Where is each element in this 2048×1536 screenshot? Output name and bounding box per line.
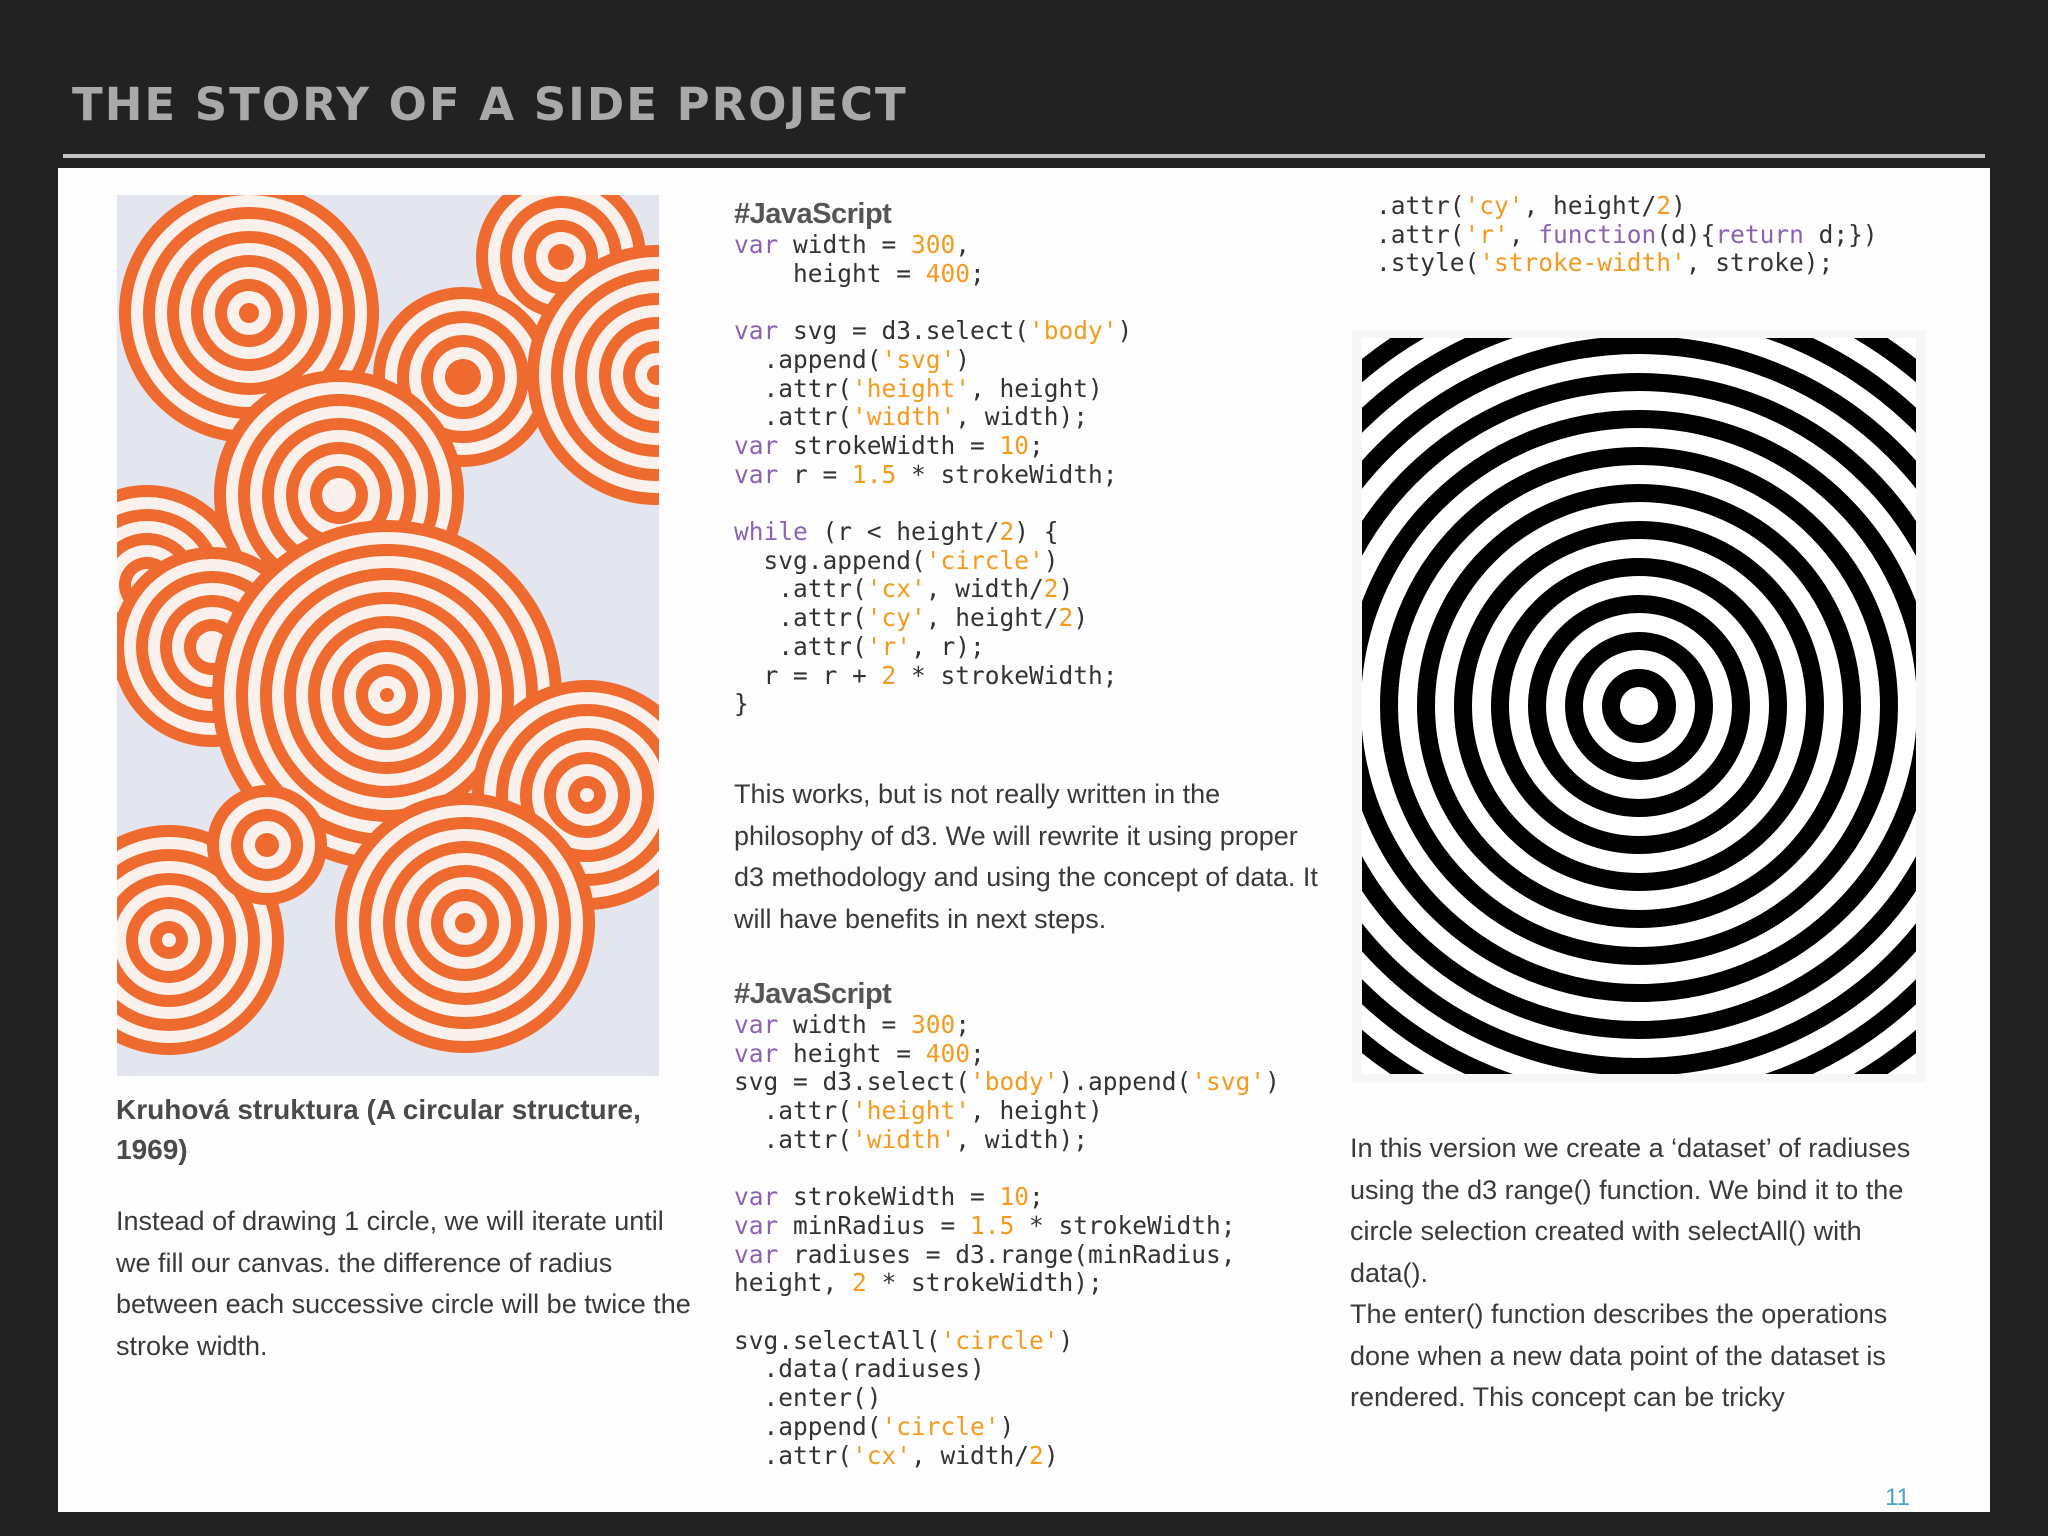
slide-page: Kruhová struktura (A circular structure,…	[58, 168, 1990, 1512]
concentric-circles-render	[1352, 330, 1926, 1082]
code-line: .attr('width', width);	[734, 1124, 1089, 1154]
code-line: svg = d3.select('body').append('svg')	[734, 1067, 1280, 1097]
code-block-3: .attr('cy', height/2) .attr('r', function…	[1376, 191, 1878, 278]
code-line: .data(radiuses)	[734, 1354, 985, 1384]
code-line: var width = 300,	[734, 230, 971, 259]
code-line: var strokeWidth = 10;	[734, 430, 1044, 460]
code-line: var minRadius = 1.5 * strokeWidth;	[734, 1210, 1236, 1240]
code-block-1: var width = 300, height = 400; var svg = …	[734, 230, 1133, 719]
code-line: .style('stroke-width', stroke);	[1376, 248, 1834, 278]
code-line: var r = 1.5 * strokeWidth;	[734, 459, 1118, 489]
middle-paragraph: This works, but is not really written in…	[734, 779, 1318, 934]
code-line: while (r < height/2) {	[734, 517, 1059, 546]
code-line: .attr('r', r);	[734, 631, 985, 661]
slide-title: THE STORY OF A SIDE PROJECT	[72, 78, 908, 131]
code-line: .enter()	[734, 1383, 882, 1413]
title-divider	[63, 154, 1985, 158]
page-number: 11	[1885, 1484, 1910, 1511]
code-line: .attr('cx', width/2)	[734, 1440, 1059, 1470]
left-paragraph: Instead of drawing 1 circle, we will ite…	[116, 1206, 691, 1361]
code-line: .attr('cy', height/2)	[1376, 191, 1686, 220]
code-heading-2: #JavaScript	[734, 978, 892, 1010]
code-line: height = 400;	[734, 258, 985, 288]
code-line: var height = 400;	[734, 1038, 985, 1068]
code-line: r = r + 2 * strokeWidth;	[734, 660, 1118, 690]
code-line: .attr('cx', width/2)	[734, 574, 1074, 604]
code-line: .attr('width', width);	[734, 402, 1089, 432]
code-line: svg.append('circle')	[734, 545, 1059, 575]
painting-caption: Kruhová struktura (A circular structure,…	[116, 1094, 641, 1165]
code-line: var width = 300;	[734, 1010, 971, 1039]
code-line: .append('svg')	[734, 344, 971, 374]
code-line: var strokeWidth = 10;	[734, 1182, 1044, 1212]
code-line: height, 2 * strokeWidth);	[734, 1268, 1103, 1298]
code-line: .attr('height', height)	[734, 373, 1103, 403]
circular-structure-painting	[117, 195, 659, 1076]
code-line: .attr('cy', height/2)	[734, 603, 1089, 633]
code-line: .attr('r', function(d){return d;})	[1376, 219, 1878, 249]
code-line: }	[734, 689, 749, 719]
code-line: .append('circle')	[734, 1411, 1015, 1441]
code-line: svg.selectAll('circle')	[734, 1325, 1074, 1355]
right-paragraph-2: The enter() function describes the opera…	[1350, 1299, 1888, 1412]
code-heading-1: #JavaScript	[734, 198, 892, 230]
code-line: var radiuses = d3.range(minRadius,	[734, 1239, 1236, 1269]
right-paragraph-1: In this version we create a ‘dataset’ of…	[1350, 1133, 1911, 1288]
code-block-2: var width = 300; var height = 400; svg = d…	[734, 1010, 1280, 1470]
code-line: var svg = d3.select('body')	[734, 316, 1133, 346]
code-line: .attr('height', height)	[734, 1096, 1103, 1126]
